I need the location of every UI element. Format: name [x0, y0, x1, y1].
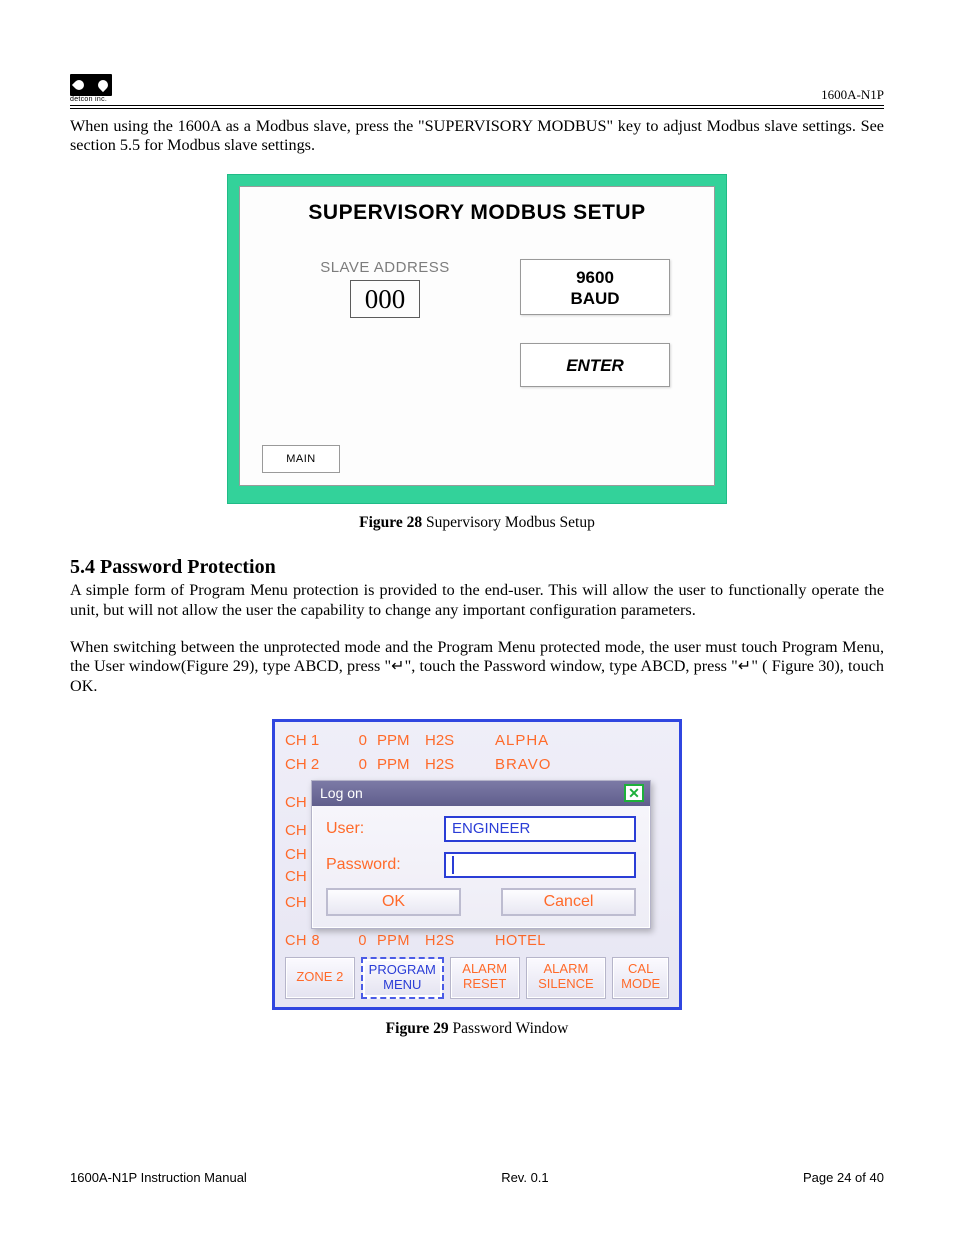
ch-name: BRAVO — [477, 756, 669, 773]
header-rule-thick — [70, 105, 884, 106]
section-p2: When switching between the unprotected m… — [70, 638, 884, 697]
ch-label: CH 1 — [285, 732, 337, 749]
side-ch-label: CH — [285, 894, 307, 911]
user-field[interactable]: ENGINEER — [444, 816, 636, 842]
ch-gas: H2S — [425, 933, 477, 949]
ch-unit: PPM — [377, 756, 425, 773]
logon-title-text: Log on — [320, 785, 363, 801]
ch-gas: H2S — [425, 756, 477, 773]
fig29-caption-bold: Figure 29 — [386, 1020, 449, 1037]
ch-value: 0 — [337, 933, 377, 949]
ch-label: CH 2 — [285, 756, 337, 773]
ok-button[interactable]: OK — [326, 888, 461, 916]
page-footer: 1600A-N1P Instruction Manual Rev. 0.1 Pa… — [70, 1170, 884, 1185]
channel-row-8: CH 8 0 PPM H2S HOTEL — [285, 933, 669, 949]
side-ch-label: CH — [285, 794, 307, 811]
baud-unit: BAUD — [521, 288, 669, 309]
footer-left: 1600A-N1P Instruction Manual — [70, 1170, 247, 1185]
cal-mode-button[interactable]: CAL MODE — [612, 957, 669, 999]
program-menu-button[interactable]: PROGRAM MENU — [361, 957, 444, 999]
ch-unit: PPM — [377, 933, 425, 949]
ch-label: CH 8 — [285, 933, 337, 949]
side-ch-label: CH — [285, 846, 307, 863]
footer-center: Rev. 0.1 — [501, 1170, 548, 1185]
ch-value: 0 — [337, 732, 377, 749]
nav-bar: ZONE 2 PROGRAM MENU ALARM RESET ALARM SI… — [285, 957, 669, 999]
figure-29: CH 1 0 PPM H2S ALPHA CH 2 0 PPM H2S BRAV… — [272, 719, 682, 1038]
figure-28: SUPERVISORY MODBUS SETUP SLAVE ADDRESS 0… — [227, 174, 727, 532]
page-header: detcon inc. 1600A-N1P — [70, 74, 884, 103]
section-p1: A simple form of Program Menu protection… — [70, 581, 884, 621]
section-heading: 5.4 Password Protection — [70, 556, 884, 579]
logo-block: detcon inc. — [70, 74, 112, 103]
nav-line1: ALARM — [533, 962, 600, 977]
document-id: 1600A-N1P — [821, 87, 884, 103]
channel-row-1: CH 1 0 PPM H2S ALPHA — [285, 732, 669, 749]
fig29-screen: CH 1 0 PPM H2S ALPHA CH 2 0 PPM H2S BRAV… — [272, 719, 682, 1010]
text-caret-icon — [452, 856, 454, 874]
header-rule-thin — [70, 108, 884, 109]
channel-row-2: CH 2 0 PPM H2S BRAVO — [285, 756, 669, 773]
user-label: User: — [326, 820, 444, 838]
password-label: Password: — [326, 856, 444, 874]
footer-right: Page 24 of 40 — [803, 1170, 884, 1185]
nav-line2: MENU — [369, 978, 436, 993]
side-ch-label: CH — [285, 822, 307, 839]
enter-button[interactable]: ENTER — [520, 343, 670, 387]
nav-line1: ALARM — [457, 962, 513, 977]
fig28-caption: Figure 28 Supervisory Modbus Setup — [227, 514, 727, 532]
fig29-caption: Figure 29 Password Window — [272, 1020, 682, 1038]
nav-line1: CAL — [619, 962, 662, 977]
nav-line2: RESET — [457, 977, 513, 992]
intro-paragraph: When using the 1600A as a Modbus slave, … — [70, 117, 884, 157]
ch-name: HOTEL — [477, 933, 669, 949]
baud-button[interactable]: 9600 BAUD — [520, 259, 670, 315]
ch-value: 0 — [337, 756, 377, 773]
fig29-caption-text: Password Window — [449, 1020, 569, 1037]
close-icon[interactable]: ✕ — [624, 784, 644, 802]
baud-value: 9600 — [521, 267, 669, 288]
nav-line1: PROGRAM — [369, 963, 436, 978]
slave-address-field[interactable]: 000 — [350, 280, 420, 318]
fig28-frame: SUPERVISORY MODBUS SETUP SLAVE ADDRESS 0… — [227, 174, 727, 504]
detcon-logo-icon — [70, 74, 112, 96]
nav-line2: MODE — [619, 977, 662, 992]
ch-name: ALPHA — [477, 732, 669, 749]
fig28-caption-text: Supervisory Modbus Setup — [422, 514, 595, 531]
fig28-caption-bold: Figure 28 — [359, 514, 422, 531]
fig28-title: SUPERVISORY MODBUS SETUP — [266, 201, 688, 225]
cancel-button[interactable]: Cancel — [501, 888, 636, 916]
ch-unit: PPM — [377, 732, 425, 749]
logo-subtext: detcon inc. — [70, 96, 112, 103]
alarm-silence-button[interactable]: ALARM SILENCE — [526, 957, 607, 999]
logon-titlebar: Log on ✕ — [312, 781, 650, 806]
ch-gas: H2S — [425, 732, 477, 749]
side-ch-label: CH — [285, 868, 307, 885]
alarm-reset-button[interactable]: ALARM RESET — [450, 957, 520, 999]
password-field[interactable] — [444, 852, 636, 878]
main-button[interactable]: MAIN — [262, 445, 340, 473]
slave-address-label: SLAVE ADDRESS — [300, 259, 470, 276]
fig28-screen: SUPERVISORY MODBUS SETUP SLAVE ADDRESS 0… — [239, 186, 715, 486]
zone-button[interactable]: ZONE 2 — [285, 957, 355, 999]
logon-dialog: Log on ✕ User: ENGINEER Password: OK Can… — [311, 780, 651, 929]
nav-line2: SILENCE — [533, 977, 600, 992]
